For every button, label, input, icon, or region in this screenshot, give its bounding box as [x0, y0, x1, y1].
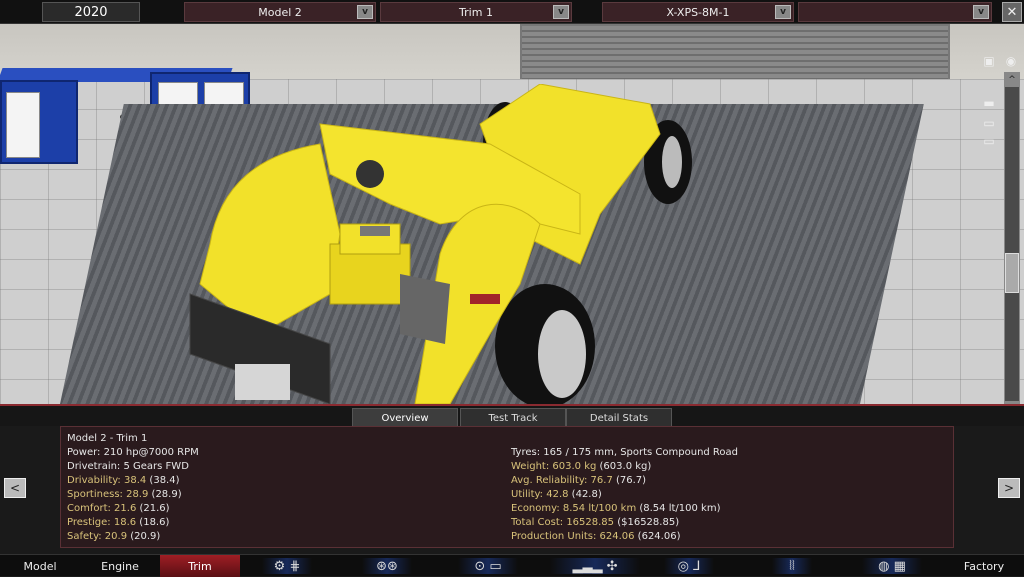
stat-weight: Weight: 603.0 kg (603.0 kg)	[511, 461, 651, 472]
suspension-icon[interactable]: ⦚⦚	[772, 558, 812, 574]
car-side-icon[interactable]: ▬	[980, 96, 998, 110]
tab-overview[interactable]: Overview	[352, 408, 458, 428]
nav-factory[interactable]: Factory	[944, 555, 1024, 577]
stat-value: (624.06)	[634, 531, 681, 542]
stat-key: Drivability: 38.4	[67, 475, 147, 486]
stat-key: Sportiness: 28.9	[67, 489, 149, 500]
top-bar: 2020 Model 2 v Trim 1 v X-XPS-8M-1 v v ✕	[0, 0, 1024, 24]
previous-button[interactable]: <	[4, 478, 26, 498]
stat-sportiness: Sportiness: 28.9 (28.9)	[67, 489, 182, 500]
model-select[interactable]: Model 2 v	[184, 2, 376, 22]
stat-value: (603.0 kg)	[596, 461, 652, 472]
zoom-thumb[interactable]	[1005, 253, 1019, 293]
wheels-icon[interactable]: ⊛⊛	[362, 558, 412, 574]
rim	[538, 310, 586, 398]
year-display[interactable]: 2020	[42, 2, 140, 22]
nav-model[interactable]: Model	[0, 555, 80, 577]
stat-value: (28.9)	[148, 489, 182, 500]
stat-safety: Safety: 20.9 (20.9)	[67, 531, 160, 542]
car-rear-icon[interactable]: ▭	[980, 134, 998, 148]
stat-tyres: Tyres: 165 / 175 mm, Sports Compound Roa…	[511, 447, 739, 458]
testing-icon[interactable]: ◍ ▦	[862, 558, 922, 574]
engine-select[interactable]: X-XPS-8M-1 v	[602, 2, 794, 22]
tab-detail-stats[interactable]: Detail Stats	[566, 408, 672, 428]
car-front-icon[interactable]: ▭	[980, 116, 998, 130]
trim-dropdown-button[interactable]: v	[553, 5, 569, 19]
stat-drivetrain: Drivetrain: 5 Gears FWD	[67, 461, 189, 472]
stat-value: (20.9)	[127, 531, 161, 542]
model-dropdown-button[interactable]: v	[357, 5, 373, 19]
trim-select-label: Trim 1	[459, 5, 493, 19]
stat-key: Comfort: 21.6	[67, 503, 137, 514]
stat-value: (42.8)	[568, 489, 602, 500]
next-button[interactable]: >	[998, 478, 1020, 498]
engine-dropdown-button[interactable]: v	[775, 5, 791, 19]
rim	[662, 136, 682, 188]
bottom-nav: Model Engine Trim ⚙ ⋕ ⊛⊛ ⊙ ▭ ▂▃▂ ✣ ◎ ⅃ ⦚…	[0, 554, 1024, 577]
gearbox	[400, 274, 450, 344]
stat-comfort: Comfort: 21.6 (21.6)	[67, 503, 170, 514]
stat-power: Power: 210 hp@7000 RPM	[67, 447, 199, 458]
stat-value: (18.6)	[136, 517, 170, 528]
car-viewport[interactable]: ▣ ◉ ▬ ▭ ▭ ^ v ✕	[0, 24, 1024, 404]
intake	[235, 364, 290, 400]
stat-value: ($16528.85)	[614, 517, 680, 528]
nav-trim[interactable]: Trim	[160, 555, 240, 577]
stat-key: Total Cost: 16528.85	[511, 517, 615, 528]
stat-value: (76.7)	[612, 475, 647, 486]
body-icon[interactable]: ▂▃▂ ✣	[550, 558, 640, 574]
stat-key: Utility: 42.8	[511, 489, 569, 500]
zoom-scrollbar[interactable]: ^ v	[1004, 72, 1020, 404]
stat-value: (38.4)	[146, 475, 180, 486]
nav-engine[interactable]: Engine	[80, 555, 160, 577]
eye-icon[interactable]: ◉	[1002, 54, 1020, 68]
stat-production-units: Production Units: 624.06 (624.06)	[511, 531, 680, 542]
extra-dropdown-button[interactable]: v	[973, 5, 989, 19]
steering-part	[356, 160, 384, 188]
tab-test-track[interactable]: Test Track	[460, 408, 566, 428]
zoom-up-button[interactable]: ^	[1005, 73, 1019, 87]
stat-economy: Economy: 8.54 lt/100 km (8.54 lt/100 km)	[511, 503, 720, 514]
stat-key: Safety: 20.9	[67, 531, 128, 542]
interior-icon[interactable]: ◎ ⅃	[664, 558, 714, 574]
stat-key: Prestige: 18.6	[67, 517, 137, 528]
stat-key: Avg. Reliability: 76.7	[511, 475, 613, 486]
stat-value: (21.6)	[136, 503, 170, 514]
suspension	[470, 294, 500, 304]
close-button[interactable]: ✕	[1002, 2, 1022, 22]
stat-key: Weight: 603.0 kg	[511, 461, 597, 472]
extra-select[interactable]: v	[798, 2, 992, 22]
trim-title: Model 2 - Trim 1	[67, 433, 148, 444]
cabinet-door	[6, 92, 40, 158]
car-chassis-model	[189, 84, 692, 404]
camera-icon[interactable]: ▣	[980, 54, 998, 68]
stat-key: Production Units: 624.06	[511, 531, 635, 542]
chassis-icon[interactable]: ⊙ ▭	[458, 558, 518, 574]
right-toolbar: ▣ ◉ ▬ ▭ ▭ ^ v ✕	[983, 48, 1024, 404]
stat-value: (8.54 lt/100 km)	[636, 503, 721, 514]
overview-stats-panel: Model 2 - Trim 1 Power: 210 hp@7000 RPM …	[60, 426, 954, 548]
gearbox-icon[interactable]: ⚙ ⋕	[262, 558, 312, 574]
cabinet-left	[0, 80, 78, 164]
engine-select-label: X-XPS-8M-1	[666, 5, 730, 19]
stat-drivability: Drivability: 38.4 (38.4)	[67, 475, 180, 486]
info-tabs: Overview Test Track Detail Stats	[0, 404, 1024, 428]
stat-reliability: Avg. Reliability: 76.7 (76.7)	[511, 475, 646, 486]
stat-prestige: Prestige: 18.6 (18.6)	[67, 517, 169, 528]
stat-key: Economy: 8.54 lt/100 km	[511, 503, 637, 514]
model-select-label: Model 2	[258, 5, 302, 19]
stat-utility: Utility: 42.8 (42.8)	[511, 489, 602, 500]
trim-select[interactable]: Trim 1 v	[380, 2, 572, 22]
stat-total-cost: Total Cost: 16528.85 ($16528.85)	[511, 517, 679, 528]
engine-vent	[360, 226, 390, 236]
